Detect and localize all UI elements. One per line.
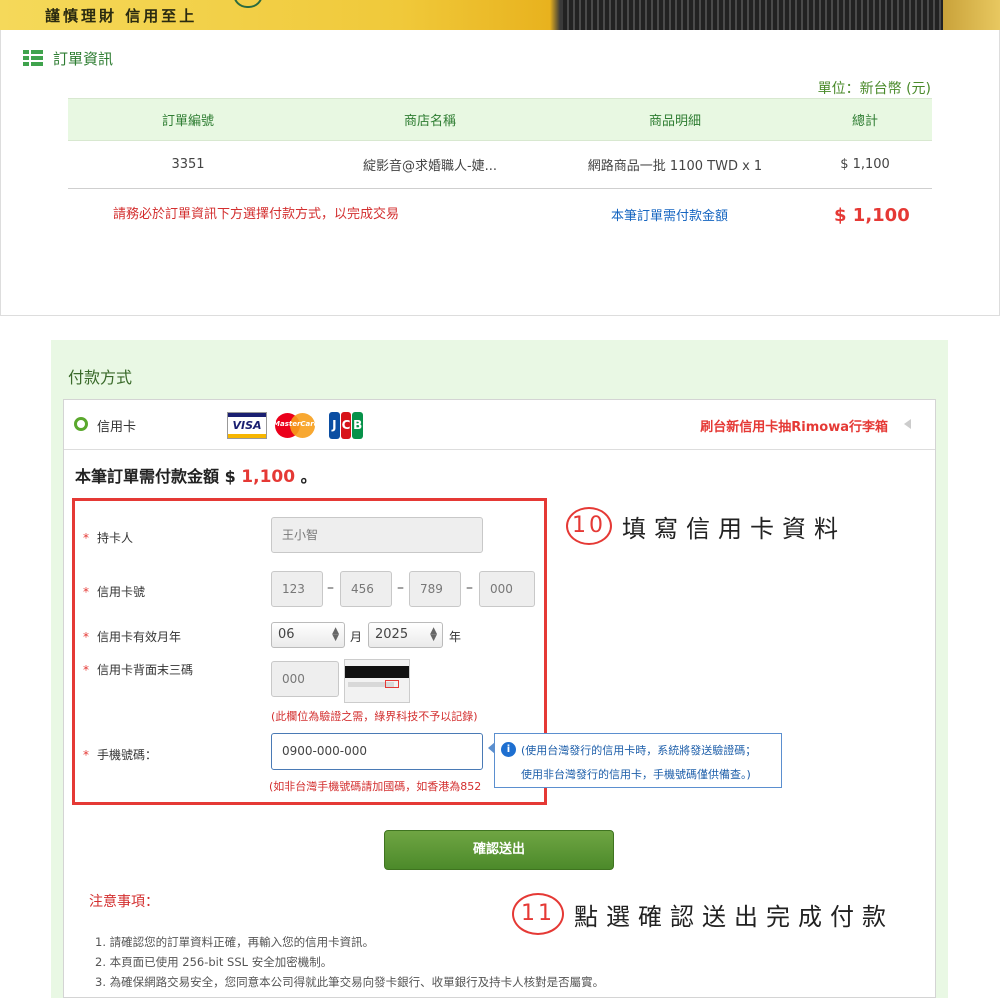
card-number-part-2[interactable]: 456 — [340, 571, 392, 607]
phone-input[interactable]: 0900-000-000 — [271, 733, 483, 770]
cvv-input[interactable]: 000 — [271, 661, 339, 697]
list-item: 1. 請確認您的訂單資料正確，再輸入您的信用卡資訊。 — [95, 935, 375, 949]
holder-input[interactable]: 王小智 — [271, 517, 483, 553]
dash-separator: – — [327, 580, 334, 596]
step-number: 11 — [512, 893, 564, 935]
banner-slogan: 謹慎理財 信用至上 — [45, 7, 198, 25]
stepper-arrows-icon: ▲ ▼ — [332, 626, 339, 643]
order-total: $ 1,100 — [798, 140, 932, 189]
expiry-month-select[interactable]: 06 ▲ ▼ — [271, 622, 345, 648]
card-back-icon — [344, 659, 410, 703]
step-11-annotation: 11 點選確認送出完成付款 — [512, 893, 894, 935]
column-header: 訂單編號 — [68, 98, 308, 141]
card-number-part-4[interactable]: 000 — [479, 571, 535, 607]
info-icon: i — [501, 742, 516, 757]
phone-note: (如非台灣手機號碼請加國碼，如香港為852 — [269, 780, 482, 793]
amount-line: 本筆訂單需付款金額 $ 1,100 。 — [75, 467, 317, 487]
step-10-annotation: 10 填寫信用卡資料 — [566, 507, 846, 545]
order-number: 3351 — [68, 140, 308, 189]
visa-icon: VISA — [227, 412, 267, 439]
order-info-title: 訂單資訊 — [23, 48, 113, 69]
payment-notice-row: 請務必於訂單資訊下方選擇付款方式，以完成交易 本筆訂單需付款金額 $ 1,100 — [68, 201, 932, 241]
step-text: 填寫信用卡資料 — [622, 514, 846, 543]
payment-title: 付款方式 — [68, 368, 133, 387]
cvv-note: (此欄位為驗證之需，綠界科技不予以記錄) — [271, 710, 478, 723]
amount-due-value: $ 1,100 — [834, 205, 910, 226]
table-row: 3351 綻影音@求婚職人-婕... 網路商品一批 1100 TWD x 1 $… — [68, 140, 932, 189]
confirm-submit-button[interactable]: 確認送出 — [384, 830, 614, 870]
payment-warning: 請務必於訂單資訊下方選擇付款方式，以完成交易 — [113, 207, 400, 222]
step-text: 點選確認送出完成付款 — [574, 902, 894, 931]
list-icon — [23, 49, 43, 68]
currency-unit: 單位：新台幣 (元) — [817, 81, 931, 97]
top-banner: 謹慎理財 信用至上 — [0, 0, 1000, 30]
card-number-part-1[interactable]: 123 — [271, 571, 323, 607]
expiry-year-select[interactable]: 2025 ▲ ▼ — [368, 622, 443, 648]
list-item: 2. 本頁面已使用 256-bit SSL 安全加密機制。 — [95, 955, 333, 969]
cvv-label: * 信用卡背面末三碼 — [83, 663, 194, 677]
mastercard-icon: MasterCard — [273, 412, 319, 439]
method-credit-card[interactable]: 信用卡 VISA MasterCard J C B 刷台新信用卡抽Rimowa行… — [64, 400, 935, 450]
radio-credit-card[interactable] — [74, 417, 88, 431]
dash-separator: – — [466, 580, 473, 596]
month-unit: 月 — [350, 630, 363, 644]
caret-left-icon[interactable] — [904, 419, 911, 429]
holder-label: * 持卡人 — [83, 531, 134, 545]
dash-separator: – — [397, 580, 404, 596]
notes-list: 1. 請確認您的訂單資料正確，再輸入您的信用卡資訊。 2. 本頁面已使用 256… — [95, 932, 604, 992]
item-detail: 網路商品一批 1100 TWD x 1 — [552, 140, 798, 189]
card-number-part-3[interactable]: 789 — [409, 571, 461, 607]
stepper-arrows-icon: ▲ ▼ — [430, 626, 437, 643]
banner-graphic — [563, 0, 943, 30]
phone-label: * 手機號碼： — [83, 748, 158, 762]
banner-graphic-right — [943, 0, 1000, 30]
year-unit: 年 — [449, 630, 462, 644]
order-table: 訂單編號 商店名稱 商品明細 總計 3351 綻影音@求婚職人-婕... 網路商… — [68, 98, 932, 189]
column-header: 總計 — [798, 98, 932, 141]
card-number-label: * 信用卡號 — [83, 585, 146, 599]
promo-link[interactable]: 刷台新信用卡抽Rimowa行李箱 — [700, 416, 888, 435]
table-header-row: 訂單編號 商店名稱 商品明細 總計 — [68, 98, 932, 141]
jcb-icon: J C B — [329, 412, 364, 439]
column-header: 商店名稱 — [308, 98, 552, 141]
order-info-section: 訂單資訊 單位：新台幣 (元) 訂單編號 商店名稱 商品明細 總計 3351 綻… — [0, 30, 1000, 316]
expiry-label: * 信用卡有效月年 — [83, 630, 182, 644]
amount-due-label: 本筆訂單需付款金額 — [611, 209, 729, 224]
store-name: 綻影音@求婚職人-婕... — [308, 140, 552, 189]
step-number: 10 — [566, 507, 612, 545]
emblem-icon — [233, 0, 263, 8]
phone-tooltip: i (使用台灣發行的信用卡時，系統將發送驗證碼； 使用非台灣發行的信用卡，手機號… — [488, 733, 782, 788]
list-item: 3. 為確保網路交易安全，您同意本公司得就此筆交易向發卡銀行、收單銀行及持卡人核… — [95, 975, 605, 989]
method-label: 信用卡 — [97, 420, 137, 435]
column-header: 商品明細 — [552, 98, 798, 141]
notes-title: 注意事項： — [89, 894, 159, 910]
